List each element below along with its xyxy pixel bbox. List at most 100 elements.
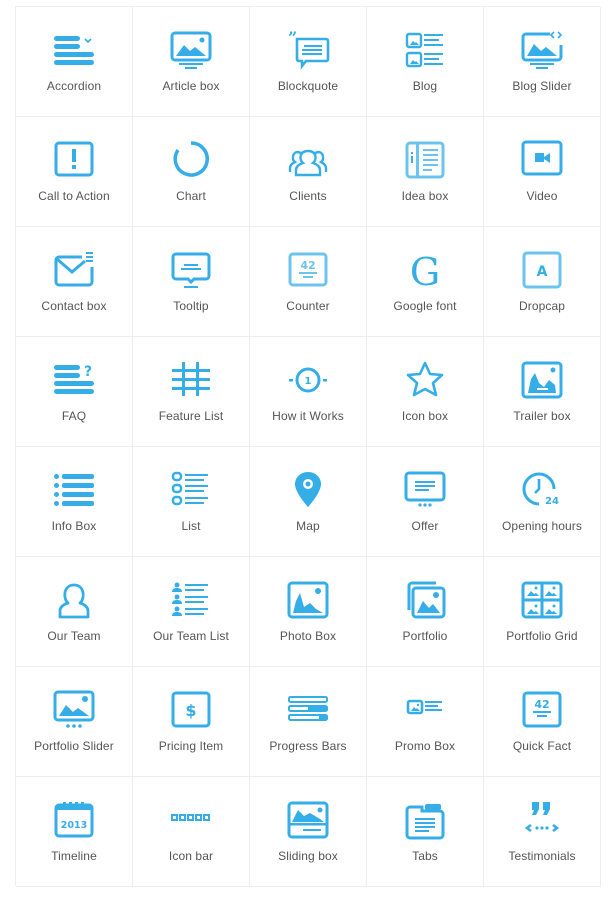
info-box-icon xyxy=(52,469,96,513)
blog-slider-icon xyxy=(520,29,564,73)
element-testimonials[interactable]: Testimonials xyxy=(484,777,601,887)
element-label: Offer xyxy=(411,519,439,533)
element-sliding-box[interactable]: Sliding box xyxy=(250,777,367,887)
element-chart[interactable]: Chart xyxy=(133,117,250,227)
svg-text:?: ? xyxy=(84,364,92,380)
contact-box-icon xyxy=(52,249,96,293)
element-label: Tooltip xyxy=(173,299,209,313)
counter-icon: 42 xyxy=(286,249,330,293)
element-portfolio[interactable]: Portfolio xyxy=(367,557,484,667)
element-photo-box[interactable]: Photo Box xyxy=(250,557,367,667)
element-promo-box[interactable]: Promo Box xyxy=(367,667,484,777)
portfolio-slider-icon xyxy=(52,689,96,733)
element-label: Portfolio Slider xyxy=(34,739,114,753)
element-label: How it Works xyxy=(272,409,344,423)
portfolio-grid-icon xyxy=(520,579,564,623)
element-quick-fact[interactable]: 42 Quick Fact xyxy=(484,667,601,777)
element-label: Photo Box xyxy=(279,629,337,643)
element-label: Video xyxy=(526,189,558,203)
element-clients[interactable]: Clients xyxy=(250,117,367,227)
element-tabs[interactable]: Tabs xyxy=(367,777,484,887)
element-label: Feature List xyxy=(158,409,224,423)
element-label: Pricing Item xyxy=(158,739,224,753)
element-label: Trailer box xyxy=(513,409,571,423)
video-icon xyxy=(520,139,564,183)
element-label: Progress Bars xyxy=(269,739,347,753)
element-portfolio-grid[interactable]: Portfolio Grid xyxy=(484,557,601,667)
element-blockquote[interactable]: ” Blockquote xyxy=(250,7,367,117)
element-label: Article box xyxy=(162,79,220,93)
element-tooltip[interactable]: Tooltip xyxy=(133,227,250,337)
element-icon-bar[interactable]: Icon bar xyxy=(133,777,250,887)
element-video[interactable]: Video xyxy=(484,117,601,227)
element-label: Contact box xyxy=(41,299,107,313)
element-progress-bars[interactable]: Progress Bars xyxy=(250,667,367,777)
element-google-font[interactable]: G Google font xyxy=(367,227,484,337)
opening-hours-icon: 24 xyxy=(520,469,564,513)
element-our-team[interactable]: Our Team xyxy=(16,557,133,667)
article-box-icon xyxy=(169,29,213,73)
element-accordion[interactable]: Accordion xyxy=(16,7,133,117)
element-label: Call to Action xyxy=(38,189,110,203)
element-label: Our Team xyxy=(47,629,101,643)
promo-box-icon xyxy=(403,689,447,733)
element-map[interactable]: Map xyxy=(250,447,367,557)
element-portfolio-slider[interactable]: Portfolio Slider xyxy=(16,667,133,777)
element-label: Sliding box xyxy=(278,849,338,863)
offer-icon xyxy=(403,469,447,513)
element-grid: Accordion Article box ” Blockquote Blog xyxy=(15,6,601,887)
element-pricing-item[interactable]: $ Pricing Item xyxy=(133,667,250,777)
icon-bar-icon xyxy=(169,799,213,843)
element-feature-list[interactable]: Feature List xyxy=(133,337,250,447)
element-label: Opening hours xyxy=(501,519,583,533)
element-label: Testimonials xyxy=(508,849,576,863)
element-counter[interactable]: 42 Counter xyxy=(250,227,367,337)
element-article-box[interactable]: Article box xyxy=(133,7,250,117)
element-dropcap[interactable]: A Dropcap xyxy=(484,227,601,337)
chart-icon xyxy=(169,139,213,183)
element-label: Chart xyxy=(176,189,206,203)
svg-text:42: 42 xyxy=(534,698,549,711)
element-label: Clients xyxy=(289,189,327,203)
element-info-box[interactable]: Info Box xyxy=(16,447,133,557)
element-idea-box[interactable]: Idea box xyxy=(367,117,484,227)
element-label: Info Box xyxy=(51,519,97,533)
how-it-works-icon: 1 xyxy=(286,359,330,403)
sliding-box-icon xyxy=(286,799,330,843)
pricing-item-icon: $ xyxy=(169,689,213,733)
element-faq[interactable]: ? FAQ xyxy=(16,337,133,447)
element-contact-box[interactable]: Contact box xyxy=(16,227,133,337)
idea-box-icon xyxy=(403,139,447,183)
element-blog-slider[interactable]: Blog Slider xyxy=(484,7,601,117)
call-to-action-icon xyxy=(52,139,96,183)
element-label: Blockquote xyxy=(277,79,339,93)
element-label: Quick Fact xyxy=(512,739,572,753)
element-opening-hours[interactable]: 24 Opening hours xyxy=(484,447,601,557)
element-blog[interactable]: Blog xyxy=(367,7,484,117)
svg-text:1: 1 xyxy=(305,376,312,387)
trailer-box-icon xyxy=(520,359,564,403)
our-team-icon xyxy=(52,579,96,623)
element-trailer-box[interactable]: Trailer box xyxy=(484,337,601,447)
element-timeline[interactable]: 2013 Timeline xyxy=(16,777,133,887)
element-label: Idea box xyxy=(401,189,449,203)
element-call-to-action[interactable]: Call to Action xyxy=(16,117,133,227)
element-label: Portfolio xyxy=(402,629,448,643)
svg-text:$: $ xyxy=(185,701,196,720)
element-label: Map xyxy=(296,519,320,533)
tooltip-icon xyxy=(169,249,213,293)
element-icon-box[interactable]: Icon box xyxy=(367,337,484,447)
list-icon xyxy=(169,469,213,513)
photo-box-icon xyxy=(286,579,330,623)
element-our-team-list[interactable]: Our Team List xyxy=(133,557,250,667)
element-offer[interactable]: Offer xyxy=(367,447,484,557)
blockquote-icon: ” xyxy=(286,29,330,73)
element-label: Icon box xyxy=(401,409,449,423)
element-label: Our Team List xyxy=(153,629,229,643)
faq-icon: ? xyxy=(52,359,96,403)
element-how-it-works[interactable]: 1 How it Works xyxy=(250,337,367,447)
clients-icon xyxy=(286,139,330,183)
element-label: Counter xyxy=(286,299,330,313)
element-list[interactable]: List xyxy=(133,447,250,557)
dropcap-icon: A xyxy=(520,249,564,293)
